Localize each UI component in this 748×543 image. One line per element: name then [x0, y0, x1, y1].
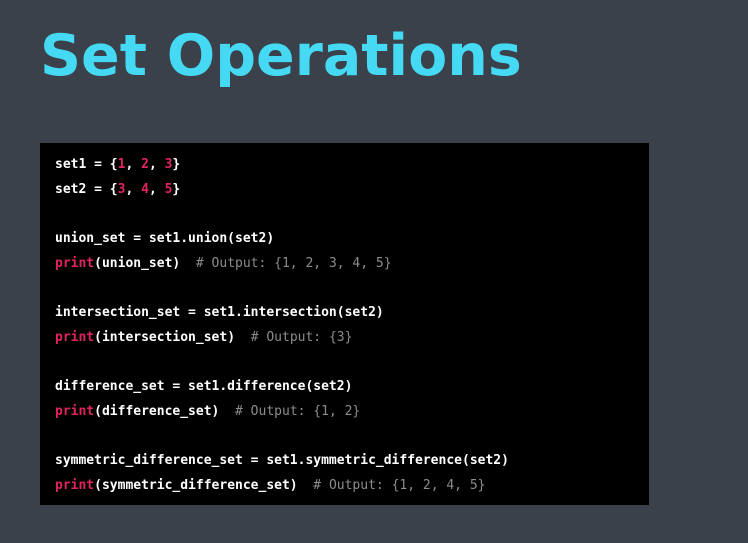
code-token-plain: symmetric_difference_set = set1.symmetri… — [55, 453, 509, 469]
code-token-plain: (intersection_set) — [94, 329, 251, 345]
code-line: intersection_set = set1.intersection(set… — [55, 301, 649, 326]
code-token-comment: # Output: {1, 2, 3, 4, 5} — [195, 255, 392, 271]
code-token-comment: # Output: {1, 2, 4, 5} — [313, 477, 486, 493]
code-token-plain: } — [172, 157, 181, 172]
code-token-plain: , — [125, 157, 142, 172]
code-token-plain: intersection_set = set1.intersection(set… — [55, 305, 384, 321]
code-token-builtin: print — [55, 255, 95, 271]
code-token-plain: (difference_set) — [94, 403, 236, 419]
code-line: union_set = set1.union(set2) — [55, 227, 649, 252]
code-line: print(difference_set) # Output: {1, 2} — [55, 400, 649, 425]
code-token-plain: , — [148, 157, 165, 172]
code-token-plain: difference_set = set1.difference(set2) — [55, 379, 353, 395]
code-token-plain: set1 = { — [55, 157, 118, 172]
code-token-builtin: print — [55, 329, 95, 345]
code-line: set1 = {1, 2, 3} — [55, 153, 649, 178]
code-line: print(union_set) # Output: {1, 2, 3, 4, … — [55, 252, 649, 277]
code-token-builtin: print — [55, 403, 95, 419]
code-token-plain: (union_set) — [94, 255, 196, 271]
code-token-plain: , — [148, 181, 165, 197]
code-token-plain: , — [125, 181, 142, 197]
code-token-num: 2 — [141, 157, 149, 172]
code-token-plain: } — [172, 181, 181, 197]
code-token-num: 4 — [141, 181, 149, 197]
code-line: set2 = {3, 4, 5} — [55, 178, 649, 203]
slide-title: Set Operations — [40, 23, 522, 89]
code-line: difference_set = set1.difference(set2) — [55, 375, 649, 400]
code-token-comment: # Output: {3} — [250, 329, 353, 345]
code-line: print(symmetric_difference_set) # Output… — [55, 474, 649, 499]
code-token-plain: set2 = { — [55, 181, 118, 197]
code-block: set1 = {1, 2, 3} set2 = {3, 4, 5} union_se… — [40, 143, 649, 505]
code-token-plain: union_set = set1.union(set2) — [55, 231, 275, 247]
code-token-comment: # Output: {1, 2} — [235, 403, 361, 419]
code-line: symmetric_difference_set = set1.symmetri… — [55, 449, 649, 474]
code-token-plain: (symmetric_difference_set) — [94, 477, 314, 493]
code-token-builtin: print — [55, 477, 95, 493]
code-line: print(intersection_set) # Output: {3} — [55, 326, 649, 351]
